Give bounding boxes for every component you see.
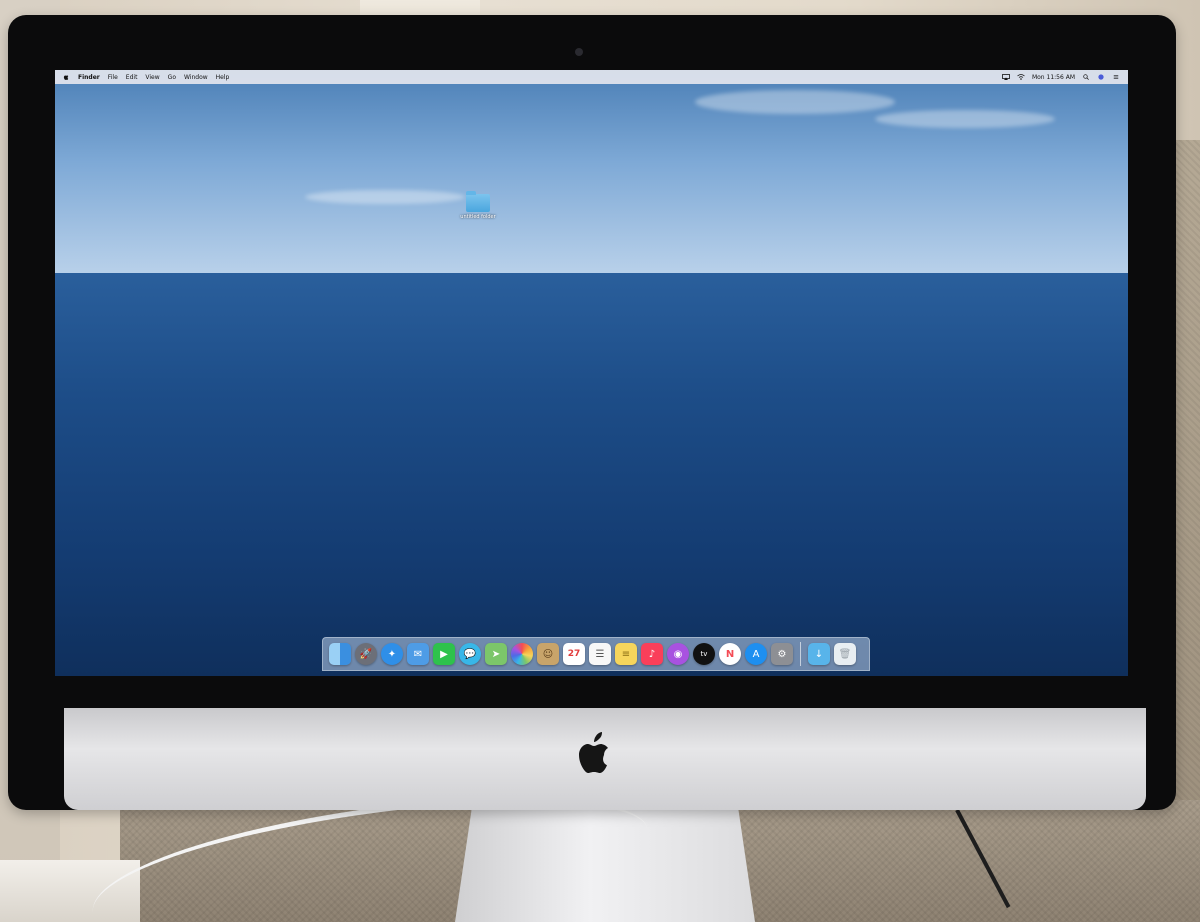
wallpaper-cloud [695,90,895,114]
tv-icon[interactable]: tv [693,643,715,665]
desktop-folder[interactable]: untitled folder [458,191,498,220]
launchpad-icon[interactable]: 🚀 [355,643,377,665]
wallpaper-cloud [875,110,1055,128]
dock-separator [800,642,801,666]
menu-edit[interactable]: Edit [126,74,138,81]
downloads-folder-icon[interactable]: ↓ [808,643,830,665]
folder-icon [466,191,490,212]
menu-file[interactable]: File [108,74,118,81]
calendar-icon[interactable]: 27 [563,643,585,665]
menu-clock[interactable]: Mon 11:56 AM [1032,74,1075,81]
menu-view[interactable]: View [145,74,159,81]
safari-icon[interactable]: ✦ [381,643,403,665]
wifi-icon[interactable] [1017,74,1025,80]
apple-logo-icon [579,732,608,773]
desktop-folder-label: untitled folder [460,214,496,220]
app-store-icon[interactable]: A [745,643,767,665]
messages-icon[interactable]: 💬 [459,643,481,665]
notification-center-icon[interactable] [1112,74,1120,80]
trash-icon[interactable]: 🗑 [834,643,856,665]
siri-icon[interactable] [1097,74,1105,80]
desktop-screen: Finder File Edit View Go Window Help Mon… [55,70,1128,676]
wallpaper-cloud [305,190,465,204]
facetime-icon[interactable]: ▶ [433,643,455,665]
menu-help[interactable]: Help [216,74,230,81]
spotlight-icon[interactable] [1082,74,1090,80]
music-icon[interactable]: ♪ [641,643,663,665]
tv-icon-label: tv [700,650,708,658]
contacts-icon[interactable]: ☺ [537,643,559,665]
airplay-icon[interactable] [1002,74,1010,80]
apple-menu-icon[interactable] [63,73,70,81]
dock: 🚀 ✦ ✉ ▶ 💬 ➤ ☺ 27 ☰ ≡ ♪ ◉ tv N A ⚙ ↓ 🗑 [322,637,870,671]
wallpaper-sky [55,70,1128,275]
menu-go[interactable]: Go [168,74,176,81]
menu-app-name[interactable]: Finder [78,74,100,81]
notes-icon[interactable]: ≡ [615,643,637,665]
podcasts-icon[interactable]: ◉ [667,643,689,665]
news-icon[interactable]: N [719,643,741,665]
wallpaper-sea [55,273,1128,676]
maps-icon[interactable]: ➤ [485,643,507,665]
reminders-icon[interactable]: ☰ [589,643,611,665]
mail-icon[interactable]: ✉ [407,643,429,665]
system-preferences-icon[interactable]: ⚙ [771,643,793,665]
facetime-camera [575,48,583,56]
finder-icon[interactable] [329,643,351,665]
menu-bar: Finder File Edit View Go Window Help Mon… [55,70,1128,84]
menu-window[interactable]: Window [184,74,208,81]
photos-icon[interactable] [511,643,533,665]
